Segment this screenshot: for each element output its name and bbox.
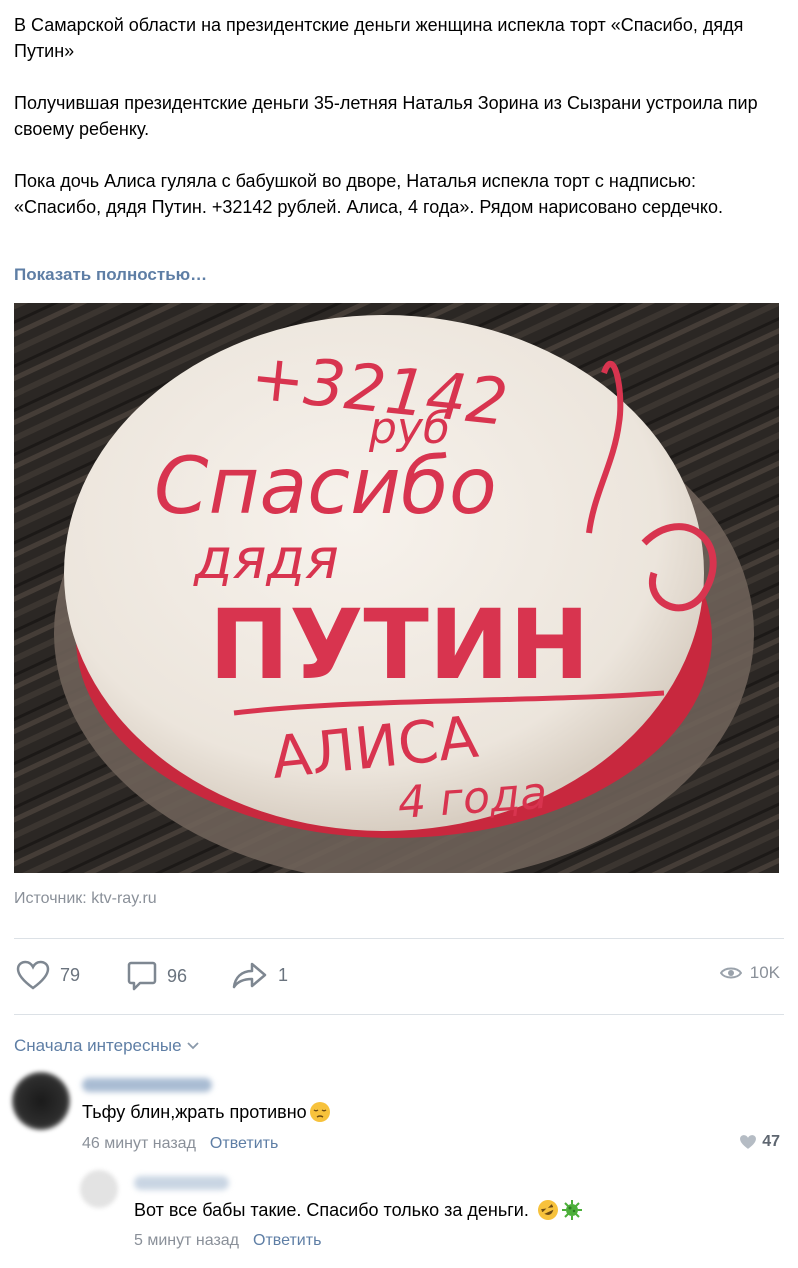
sort-dropdown[interactable]: Сначала интересные (14, 1036, 199, 1056)
avatar[interactable] (12, 1072, 70, 1130)
icing-text: 4 года (396, 768, 549, 829)
like-count: 79 (60, 964, 81, 985)
comment-time[interactable]: 5 минут назад (134, 1232, 239, 1250)
share-icon (232, 962, 267, 989)
comment-meta: 46 минут назад Ответить (82, 1135, 278, 1153)
post-paragraph: В Самарской области на президентские ден… (14, 15, 744, 61)
reply-button[interactable]: Ответить (253, 1232, 321, 1250)
heart-icon (16, 960, 50, 990)
post-text: В Самарской области на президентские ден… (14, 12, 784, 220)
icing-text: ПУТИН (209, 589, 590, 701)
icing-text: дядя (193, 527, 339, 592)
comment-time[interactable]: 46 минут назад (82, 1135, 196, 1153)
source-caption: Источник: ktv-ray.ru (14, 890, 157, 907)
avatar[interactable] (80, 1170, 118, 1208)
like-button[interactable]: 79 (16, 960, 80, 990)
share-count: 1 (278, 964, 289, 985)
comment-count: 96 (167, 965, 188, 986)
post-paragraph: Получившая президентские деньги 35-летня… (14, 93, 758, 139)
comment-body: Вот все бабы такие. Спасибо только за де… (134, 1199, 529, 1220)
comment-meta: 5 минут назад Ответить (134, 1232, 321, 1250)
post-photo[interactable]: +32142 руб Спасибо дядя ПУТИН АЛИСА 4 го… (14, 303, 779, 873)
reply-button[interactable]: Ответить (210, 1135, 278, 1153)
share-button[interactable]: 1 (232, 961, 288, 989)
comment-text: Тьфу блин,жрать противно (82, 1101, 331, 1123)
author-name[interactable] (134, 1176, 229, 1190)
icing-text: Спасибо (154, 442, 497, 532)
author-name[interactable] (82, 1078, 212, 1092)
cake-image: +32142 руб Спасибо дядя ПУТИН АЛИСА 4 го… (14, 303, 779, 873)
comment-like-button[interactable]: 47 (739, 1133, 780, 1151)
eye-icon (719, 967, 742, 979)
views-count: 10K (749, 963, 780, 982)
microbe-icon (561, 1200, 582, 1220)
rofl-face-icon (537, 1200, 558, 1220)
comment-like-count: 47 (762, 1133, 780, 1150)
comment-body: Тьфу блин,жрать противно (82, 1101, 307, 1122)
chevron-down-icon (186, 1042, 199, 1050)
pensive-face-icon (309, 1102, 330, 1122)
divider (14, 1014, 784, 1015)
heart-icon (740, 1135, 757, 1149)
views-counter: 10K (719, 963, 780, 983)
show-more-link[interactable]: Показать полностью… (14, 262, 207, 288)
comment-text: Вот все бабы такие. Спасибо только за де… (134, 1199, 583, 1221)
divider (14, 938, 784, 939)
comment-button[interactable]: 96 (127, 960, 187, 992)
comment-icon (127, 961, 157, 991)
post-paragraph: Пока дочь Алиса гуляла с бабушкой во дво… (14, 171, 723, 217)
sort-label: Сначала интересные (14, 1036, 182, 1055)
